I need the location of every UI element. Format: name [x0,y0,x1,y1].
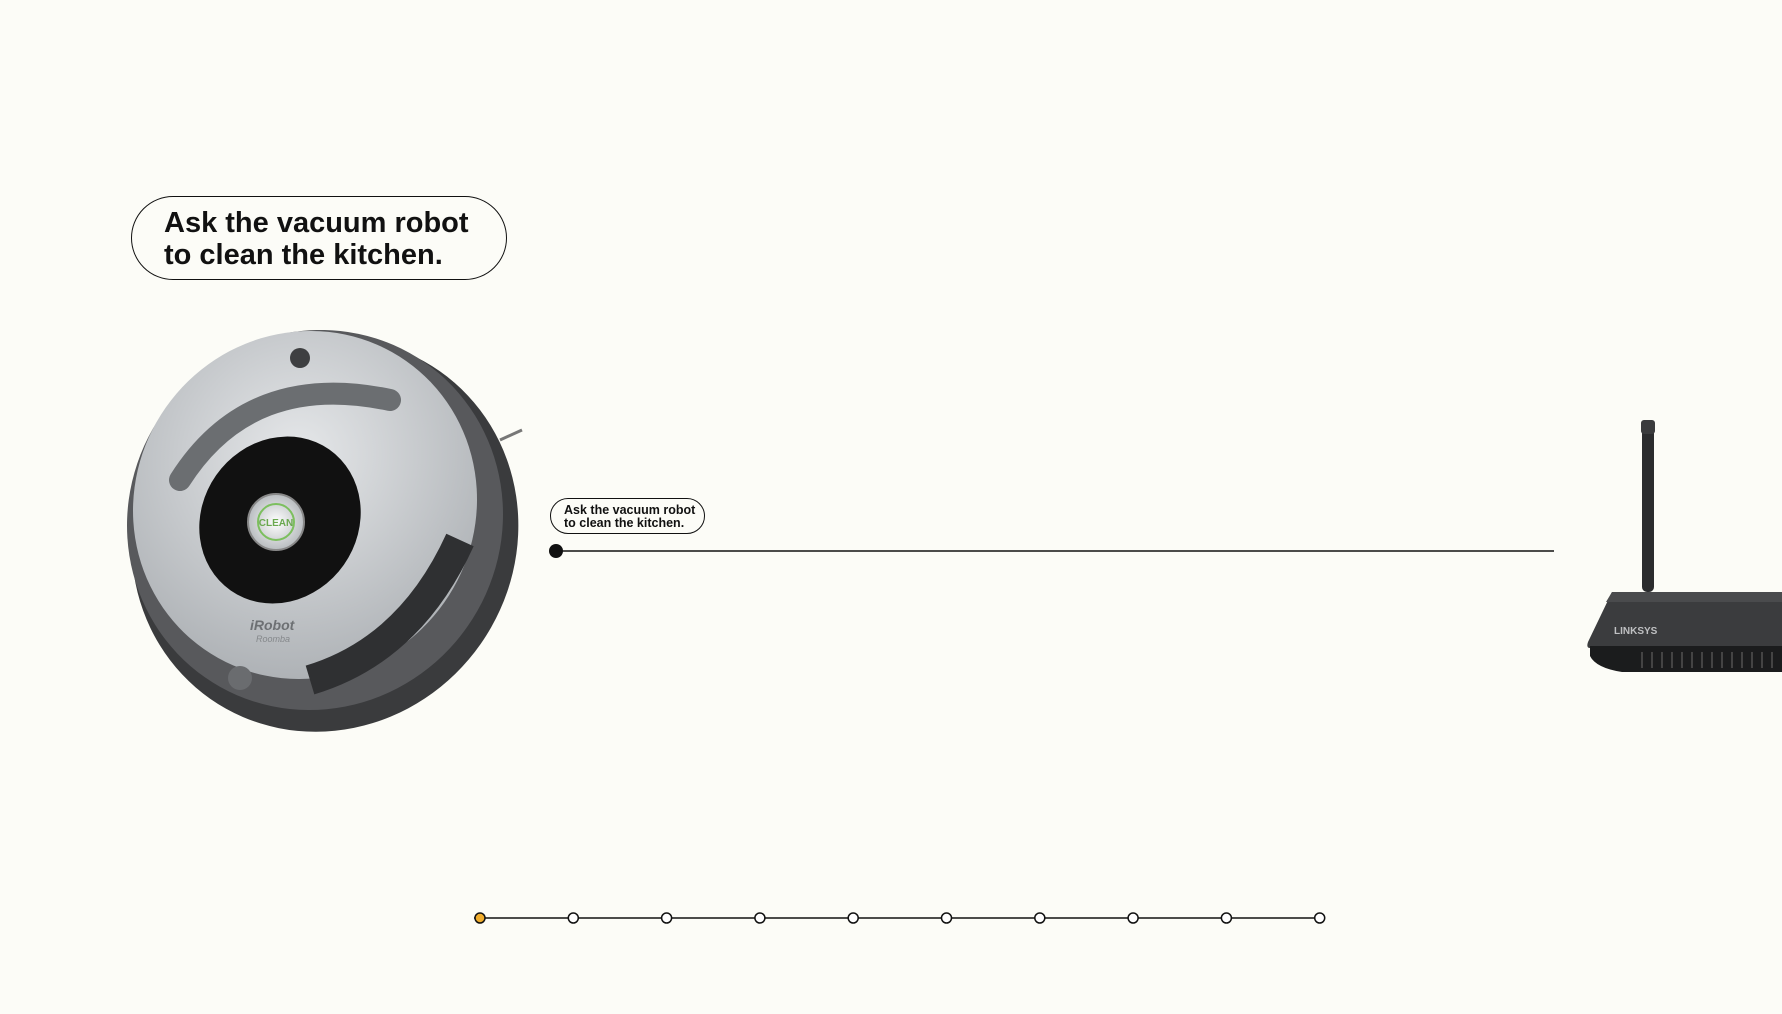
step-progress [474,912,1326,924]
transmission-path [549,544,1554,558]
step-dot-3[interactable] [660,912,673,924]
step-dot-1[interactable] [474,912,486,924]
step-dot-2[interactable] [567,912,580,924]
robot-model-logo: Roomba [256,634,290,644]
step-dot-4[interactable] [754,912,766,924]
wifi-router-icon: LINKSYS [1587,420,1782,672]
step-dot-6[interactable] [940,912,953,924]
step-dot-10[interactable] [1313,912,1326,924]
step-dot-7[interactable] [1034,912,1046,924]
router-brand-logo: LINKSYS [1614,626,1658,637]
command-bubble-large: Ask the vacuum robot to clean the kitche… [131,196,507,280]
command-line-2: to clean the kitchen. [164,239,443,271]
step-dot-9[interactable] [1220,912,1233,924]
robot-brand-logo: iRobot [250,617,296,633]
vacuum-robot-icon: CLEAN iRobot Roomba [127,330,523,732]
command-bubble-small: Ask the vacuum robot to clean the kitche… [550,498,705,534]
clean-button-label: CLEAN [259,518,293,529]
step-dot-5[interactable] [847,912,859,924]
command-small-line-2: to clean the kitchen. [564,516,685,530]
command-line-1: Ask the vacuum robot [164,207,469,239]
step-dot-8[interactable] [1127,912,1139,924]
